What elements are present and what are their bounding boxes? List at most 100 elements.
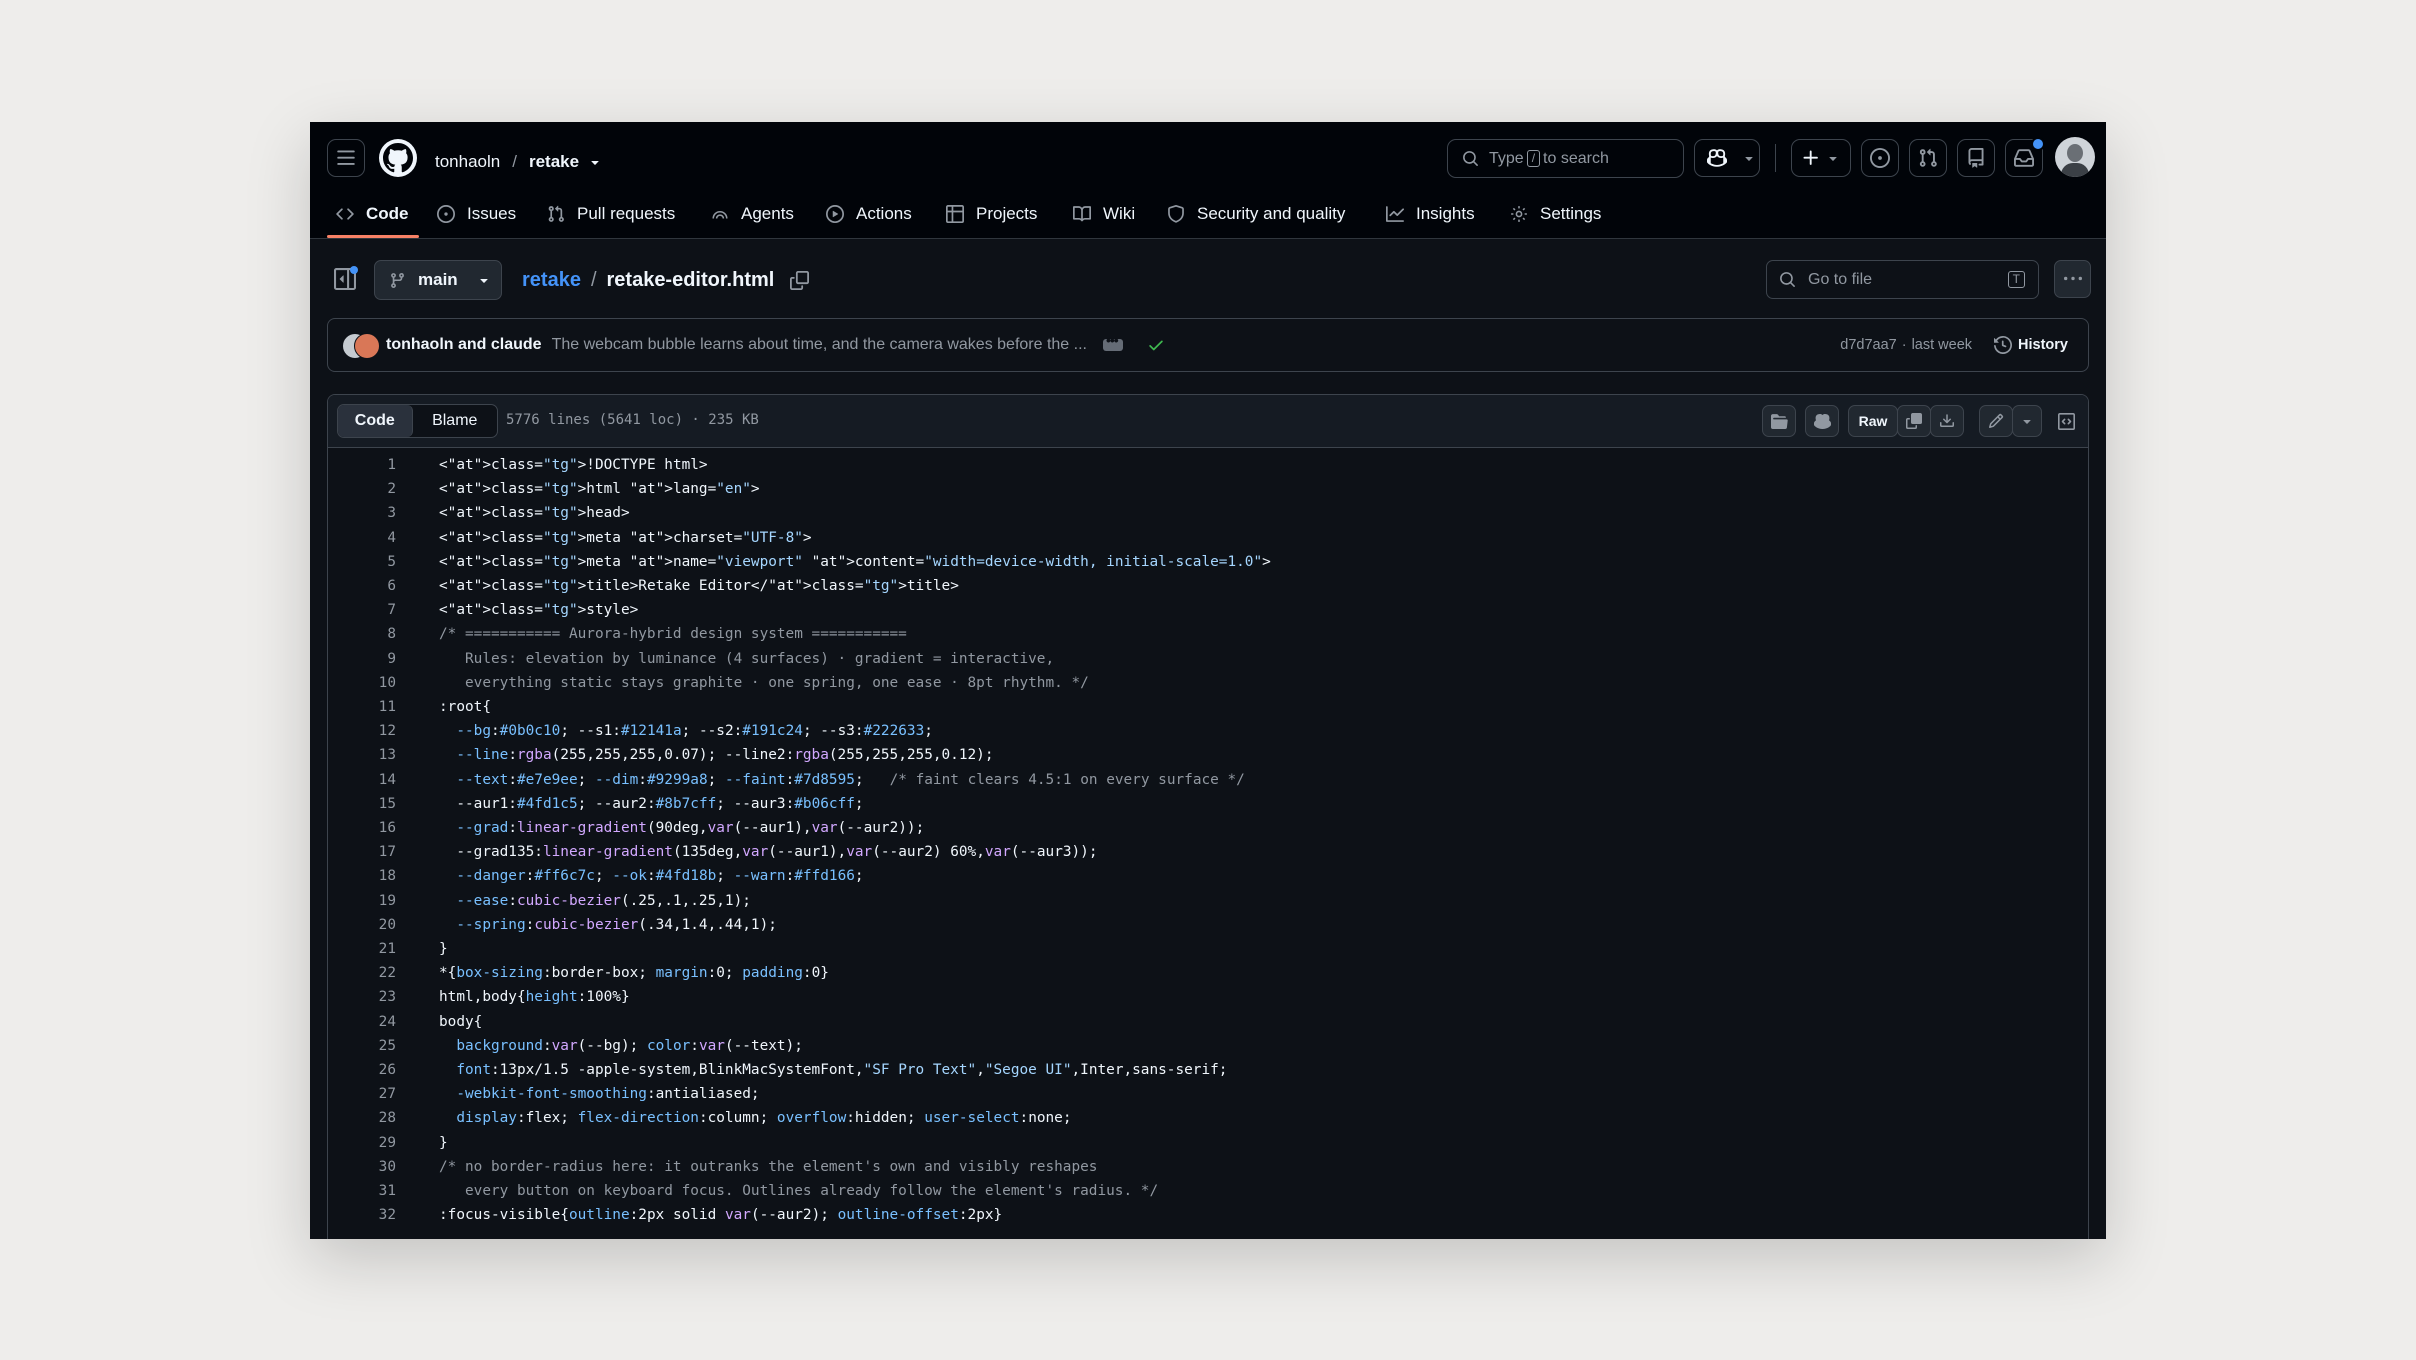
code-line[interactable]: Rules: elevation by luminance (4 surface… xyxy=(439,647,1054,671)
tab-settings[interactable]: Settings xyxy=(1510,190,1601,238)
pull-requests-button[interactable] xyxy=(1909,139,1947,177)
line-number[interactable]: 1 xyxy=(328,453,396,477)
tab-actions[interactable]: Actions xyxy=(826,190,912,238)
expand-message-button[interactable]: ••• xyxy=(1102,332,1123,351)
code-line[interactable]: <"at">class="tg">head> xyxy=(439,501,630,525)
code-line[interactable]: :root{ xyxy=(439,695,491,719)
line-number[interactable]: 11 xyxy=(328,695,396,719)
line-number[interactable]: 31 xyxy=(328,1179,396,1203)
code-line[interactable]: body{ xyxy=(439,1010,482,1034)
repositories-button[interactable] xyxy=(1957,139,1995,177)
avatar[interactable] xyxy=(2055,137,2095,177)
edit-button[interactable] xyxy=(1979,405,2013,437)
line-number[interactable]: 20 xyxy=(328,913,396,937)
tab-projects[interactable]: Projects xyxy=(946,190,1037,238)
tab-security[interactable]: Security and quality xyxy=(1167,190,1345,238)
line-number[interactable]: 32 xyxy=(328,1203,396,1227)
code-line[interactable]: <"at">class="tg">style> xyxy=(439,598,638,622)
code-line[interactable]: <"at">class="tg">!DOCTYPE html> xyxy=(439,453,708,477)
line-number[interactable]: 8 xyxy=(328,622,396,646)
download-button[interactable] xyxy=(1930,405,1964,437)
line-number[interactable]: 26 xyxy=(328,1058,396,1082)
side-panel-toggle[interactable] xyxy=(334,266,358,292)
line-number[interactable]: 16 xyxy=(328,816,396,840)
code-view-tab[interactable]: Code xyxy=(338,405,413,437)
global-search[interactable]: Type / to search xyxy=(1447,139,1684,178)
line-number[interactable]: 2 xyxy=(328,477,396,501)
code-line[interactable]: <"at">class="tg">meta "at">name="viewpor… xyxy=(439,550,1271,574)
code-line[interactable]: --line:rgba(255,255,255,0.07); --line2:r… xyxy=(439,743,993,767)
line-number[interactable]: 4 xyxy=(328,526,396,550)
line-number[interactable]: 10 xyxy=(328,671,396,695)
copilot-button[interactable] xyxy=(1694,139,1760,177)
line-number[interactable]: 6 xyxy=(328,574,396,598)
tab-code[interactable]: Code xyxy=(336,190,409,238)
commit-hash[interactable]: d7d7aa7 xyxy=(1840,337,1896,353)
line-number[interactable]: 25 xyxy=(328,1034,396,1058)
code-line[interactable]: --danger:#ff6c7c; --ok:#4fd18b; --warn:#… xyxy=(439,864,863,888)
owner-link[interactable]: tonhaoln xyxy=(435,152,500,172)
copilot-ask-button[interactable] xyxy=(1805,405,1839,437)
notifications-button[interactable] xyxy=(2005,137,2045,177)
author-avatars[interactable] xyxy=(342,331,382,359)
triangle-down-icon[interactable] xyxy=(587,154,603,170)
code-line[interactable]: --grad:linear-gradient(90deg,var(--aur1)… xyxy=(439,816,924,840)
line-number[interactable]: 24 xyxy=(328,1010,396,1034)
code-line[interactable]: everything static stays graphite · one s… xyxy=(439,671,1089,695)
triangle-down-icon[interactable] xyxy=(1741,150,1757,166)
line-number[interactable]: 17 xyxy=(328,840,396,864)
commit-authors[interactable]: tonhaoln and claude xyxy=(386,336,542,354)
line-number[interactable]: 27 xyxy=(328,1082,396,1106)
code-line[interactable]: display:flex; flex-direction:column; ove… xyxy=(439,1106,1071,1130)
code-line[interactable]: /* no border-radius here: it outranks th… xyxy=(439,1155,1097,1179)
line-number[interactable]: 9 xyxy=(328,647,396,671)
code-line[interactable]: --spring:cubic-bezier(.34,1.4,.44,1); xyxy=(439,913,777,937)
code-line[interactable]: } xyxy=(439,1131,448,1155)
line-number[interactable]: 12 xyxy=(328,719,396,743)
code-line[interactable]: font:13px/1.5 -apple-system,BlinkMacSyst… xyxy=(439,1058,1227,1082)
go-to-file-input[interactable]: Go to file T xyxy=(1766,260,2039,299)
open-folder-button[interactable] xyxy=(1762,405,1796,437)
edit-options-button[interactable] xyxy=(2012,405,2042,437)
line-number[interactable]: 30 xyxy=(328,1155,396,1179)
github-logo-icon[interactable] xyxy=(379,139,417,177)
line-number[interactable]: 18 xyxy=(328,864,396,888)
blame-view-tab[interactable]: Blame xyxy=(413,405,497,437)
repo-breadcrumb-link[interactable]: retake xyxy=(522,269,581,292)
tab-pull-requests[interactable]: Pull requests xyxy=(547,190,675,238)
code-line[interactable]: background:var(--bg); color:var(--text); xyxy=(439,1034,803,1058)
code-line[interactable]: *{box-sizing:border-box; margin:0; paddi… xyxy=(439,961,829,985)
code-line[interactable]: <"at">class="tg">html "at">lang="en"> xyxy=(439,477,760,501)
create-new-button[interactable] xyxy=(1791,139,1851,177)
line-number[interactable]: 5 xyxy=(328,550,396,574)
tab-insights[interactable]: Insights xyxy=(1386,190,1475,238)
code-line[interactable]: :focus-visible{outline:2px solid var(--a… xyxy=(439,1203,1002,1227)
line-number[interactable]: 14 xyxy=(328,768,396,792)
commit-message[interactable]: The webcam bubble learns about time, and… xyxy=(552,336,1087,354)
code-line[interactable]: <"at">class="tg">title>Retake Editor</"a… xyxy=(439,574,959,598)
tab-wiki[interactable]: Wiki xyxy=(1073,190,1135,238)
history-button[interactable]: History xyxy=(1994,336,2068,354)
line-number[interactable]: 15 xyxy=(328,792,396,816)
code-line[interactable]: -webkit-font-smoothing:antialiased; xyxy=(439,1082,759,1106)
symbols-panel-button[interactable] xyxy=(2050,405,2082,437)
more-options-button[interactable] xyxy=(2054,260,2091,298)
line-number[interactable]: 29 xyxy=(328,1131,396,1155)
tab-issues[interactable]: Issues xyxy=(437,190,516,238)
code-line[interactable]: every button on keyboard focus. Outlines… xyxy=(439,1179,1158,1203)
code-line[interactable]: --bg:#0b0c10; --s1:#12141a; --s2:#191c24… xyxy=(439,719,933,743)
repo-link[interactable]: retake xyxy=(529,152,579,172)
branch-selector[interactable]: main xyxy=(374,260,502,300)
code-line[interactable]: --grad135:linear-gradient(135deg,var(--a… xyxy=(439,840,1097,864)
line-number[interactable]: 23 xyxy=(328,985,396,1009)
line-number[interactable]: 19 xyxy=(328,889,396,913)
issues-button[interactable] xyxy=(1861,139,1899,177)
copy-raw-button[interactable] xyxy=(1897,405,1931,437)
line-number[interactable]: 3 xyxy=(328,501,396,525)
code-line[interactable]: /* =========== Aurora-hybrid design syst… xyxy=(439,622,907,646)
check-icon[interactable] xyxy=(1147,336,1165,354)
code-line[interactable]: --aur1:#4fd1c5; --aur2:#8b7cff; --aur3:#… xyxy=(439,792,863,816)
line-number[interactable]: 28 xyxy=(328,1106,396,1130)
line-number[interactable]: 13 xyxy=(328,743,396,767)
code-line[interactable]: html,body{height:100%} xyxy=(439,985,630,1009)
